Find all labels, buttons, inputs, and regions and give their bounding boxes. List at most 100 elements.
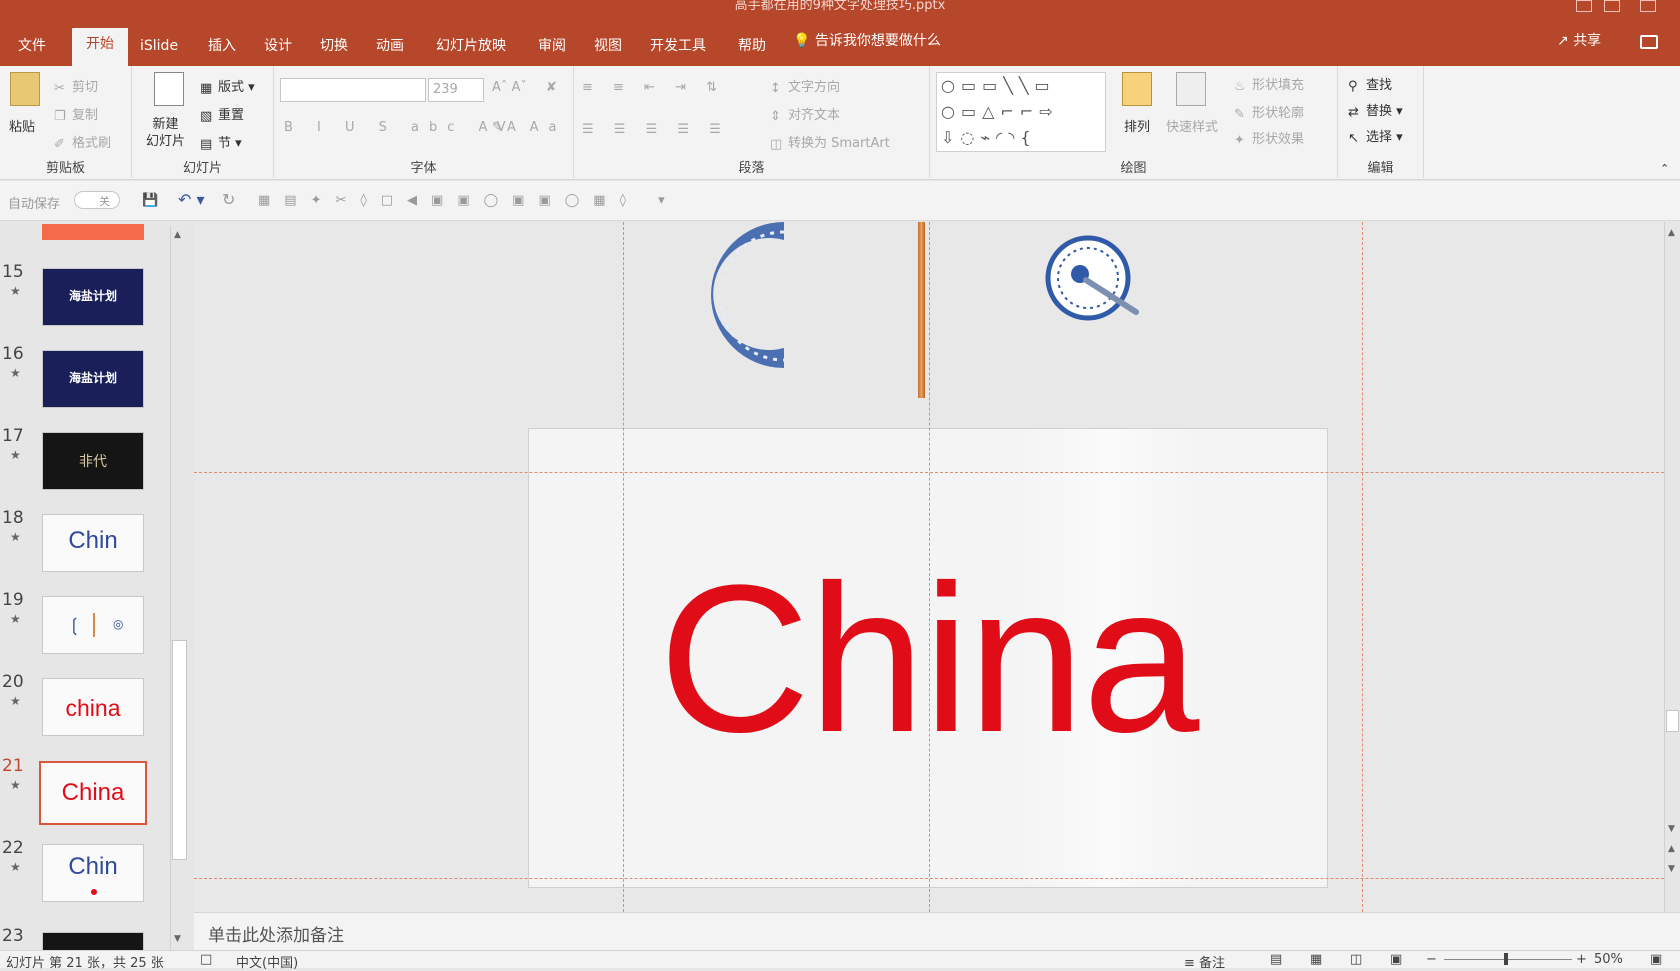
- slide-thumbnail-20[interactable]: china: [42, 678, 144, 736]
- slide-sorter-icon[interactable]: ▦: [1310, 952, 1322, 967]
- arrange-button[interactable]: 排列: [1124, 116, 1150, 135]
- tab-view[interactable]: 视图: [582, 30, 634, 66]
- scroll-thumb[interactable]: [172, 640, 187, 860]
- find-button[interactable]: ⚲ 查找: [1348, 74, 1392, 94]
- zoom-slider[interactable]: [1444, 953, 1572, 965]
- tab-review[interactable]: 审阅: [526, 30, 578, 66]
- scroll-up-arrow[interactable]: ▲: [174, 230, 181, 240]
- slideshow-view-icon[interactable]: ▣: [1390, 952, 1402, 967]
- scroll-down-arrow[interactable]: ▼: [1668, 824, 1675, 834]
- slide-thumbnail-22[interactable]: Chin: [42, 844, 144, 902]
- blue-white-plate-image[interactable]: [692, 222, 792, 372]
- grow-shrink-font[interactable]: Aˆ Aˇ: [492, 80, 527, 95]
- align-text-button[interactable]: ⇕ 对齐文本: [770, 104, 840, 124]
- fit-to-window-icon[interactable]: ▣: [1650, 952, 1662, 967]
- tab-animations[interactable]: 动画: [364, 30, 416, 66]
- guide-vertical-left[interactable]: [623, 222, 624, 912]
- tab-slideshow[interactable]: 幻灯片放映: [424, 30, 518, 66]
- align-buttons[interactable]: ☰ ☰ ☰ ☰ ☰: [582, 122, 729, 137]
- slide-thumbnail-18[interactable]: Chin: [42, 514, 144, 572]
- text-direction-button[interactable]: ↕ 文字方向: [770, 76, 840, 96]
- guide-horizontal-bottom[interactable]: [194, 878, 1664, 879]
- scroll-down-arrow[interactable]: ▼: [174, 934, 181, 944]
- list-buttons[interactable]: ≡ ≡ ⇤ ⇥ ⇅: [582, 80, 725, 95]
- slide-thumbnail-19[interactable]: ❲ ◎: [42, 596, 144, 654]
- slide-thumbnail-16[interactable]: 海盐计划: [42, 350, 144, 408]
- shape-effects-button[interactable]: ✦ 形状效果: [1234, 128, 1304, 148]
- redo-icon[interactable]: ↻: [222, 190, 235, 209]
- zoom-out-button[interactable]: −: [1426, 952, 1437, 967]
- copy-button[interactable]: ❐ 复制: [54, 104, 98, 124]
- tab-help[interactable]: 帮助: [726, 30, 778, 66]
- slide-thumbnail-21[interactable]: China: [39, 761, 147, 825]
- tab-islide[interactable]: iSlide: [128, 30, 190, 66]
- thumb-partial-top[interactable]: [42, 224, 144, 240]
- thumbnail-scrollbar[interactable]: ▲ ▼: [170, 226, 188, 952]
- cut-button[interactable]: ✂ 剪切: [54, 76, 98, 96]
- font-size-box[interactable]: 239: [428, 78, 484, 102]
- autosave-toggle[interactable]: 关: [74, 191, 120, 209]
- animation-star-icon: ★: [10, 284, 21, 298]
- slide-count-status: 幻灯片 第 21 张，共 25 张: [6, 956, 164, 971]
- tell-me-search[interactable]: 💡 告诉我你想要做什么: [793, 30, 941, 50]
- slide-thumbnail-17[interactable]: 非代: [42, 432, 144, 490]
- layout-icon: ▦: [200, 81, 213, 96]
- slide-editing-canvas[interactable]: China: [194, 222, 1664, 912]
- minimize-button[interactable]: [1576, 0, 1592, 12]
- section-button[interactable]: ▤ 节 ▾: [200, 132, 242, 152]
- paste-button[interactable]: 粘贴: [9, 116, 35, 135]
- tab-developer[interactable]: 开发工具: [638, 30, 718, 66]
- font-name-box[interactable]: [280, 78, 426, 102]
- reset-button[interactable]: ▧ 重置: [200, 104, 244, 124]
- notes-pane[interactable]: 单击此处添加备注: [194, 912, 1680, 950]
- current-slide[interactable]: China: [528, 428, 1328, 888]
- zoom-slider-thumb[interactable]: [1504, 953, 1508, 965]
- share-button[interactable]: ↗ 共享: [1557, 30, 1601, 50]
- clear-format-icon[interactable]: ✘: [546, 80, 557, 95]
- guide-vertical-right[interactable]: [1362, 222, 1363, 912]
- notes-toggle[interactable]: ≡ 备注: [1184, 952, 1225, 971]
- close-button[interactable]: [1640, 0, 1656, 12]
- tab-home[interactable]: 开始: [72, 28, 128, 66]
- quick-styles-button[interactable]: 快速样式: [1166, 116, 1218, 135]
- next-slide-arrow[interactable]: ▼: [1668, 864, 1675, 874]
- undo-icon[interactable]: ↶ ▾: [178, 190, 205, 209]
- reading-view-icon[interactable]: ◫: [1350, 952, 1362, 967]
- qat-tools-icons[interactable]: ▦▤✦✂◊□◀▣▣◯▣▣◯▦◊ ▾: [258, 193, 679, 208]
- new-slide-button[interactable]: 新建 幻灯片: [146, 116, 185, 150]
- shape-outline-button[interactable]: ✎ 形状轮廓: [1234, 102, 1304, 122]
- shapes-gallery[interactable]: ○▭▭╲╲▭ ○▭△⌐⌐⇨ ⇩◌⌁◜◝{: [936, 72, 1106, 152]
- tab-transitions[interactable]: 切换: [308, 30, 360, 66]
- chopstick-image[interactable]: [918, 222, 925, 398]
- layout-button[interactable]: ▦ 版式 ▾: [200, 76, 255, 96]
- zoom-in-button[interactable]: +: [1576, 952, 1587, 967]
- font-format-row[interactable]: B I U S abc AV Aa: [284, 120, 567, 135]
- select-button[interactable]: ↖ 选择 ▾: [1348, 126, 1403, 146]
- smartart-button[interactable]: ◫ 转换为 SmartArt: [770, 132, 890, 152]
- comments-icon[interactable]: [1640, 35, 1658, 49]
- slide-thumbnail-23[interactable]: [42, 932, 144, 952]
- shape-fill-button[interactable]: ♨ 形状填充: [1234, 74, 1304, 94]
- format-painter-button[interactable]: ✐ 格式刷: [54, 132, 111, 152]
- slide-thumbnail-15[interactable]: 海盐计划: [42, 268, 144, 326]
- prev-slide-arrow[interactable]: ▲: [1668, 844, 1675, 854]
- font-color-row[interactable]: ✎ A: [492, 120, 516, 135]
- save-icon[interactable]: 💾: [142, 193, 158, 208]
- tab-design[interactable]: 设计: [252, 30, 304, 66]
- guide-horizontal-top[interactable]: [194, 472, 1664, 473]
- restore-button[interactable]: [1604, 0, 1620, 12]
- scroll-thumb[interactable]: [1666, 710, 1679, 732]
- scroll-up-arrow[interactable]: ▲: [1668, 228, 1675, 238]
- replace-button[interactable]: ⇄ 替换 ▾: [1348, 100, 1403, 120]
- bowl-spoon-image[interactable]: [1042, 234, 1142, 324]
- guide-vertical-center[interactable]: [929, 222, 930, 912]
- collapse-ribbon-icon[interactable]: ⌃: [1660, 162, 1669, 175]
- slide-title-text[interactable]: China: [529, 554, 1327, 764]
- canvas-scrollbar[interactable]: ▲ ▼ ▲ ▼: [1664, 222, 1680, 912]
- zoom-level[interactable]: 50%: [1594, 952, 1623, 967]
- spellcheck-icon[interactable]: □: [200, 952, 212, 967]
- tab-file[interactable]: 文件: [6, 30, 58, 66]
- normal-view-icon[interactable]: ▤: [1270, 952, 1282, 967]
- tab-insert[interactable]: 插入: [196, 30, 248, 66]
- language-status[interactable]: 中文(中国): [236, 952, 298, 971]
